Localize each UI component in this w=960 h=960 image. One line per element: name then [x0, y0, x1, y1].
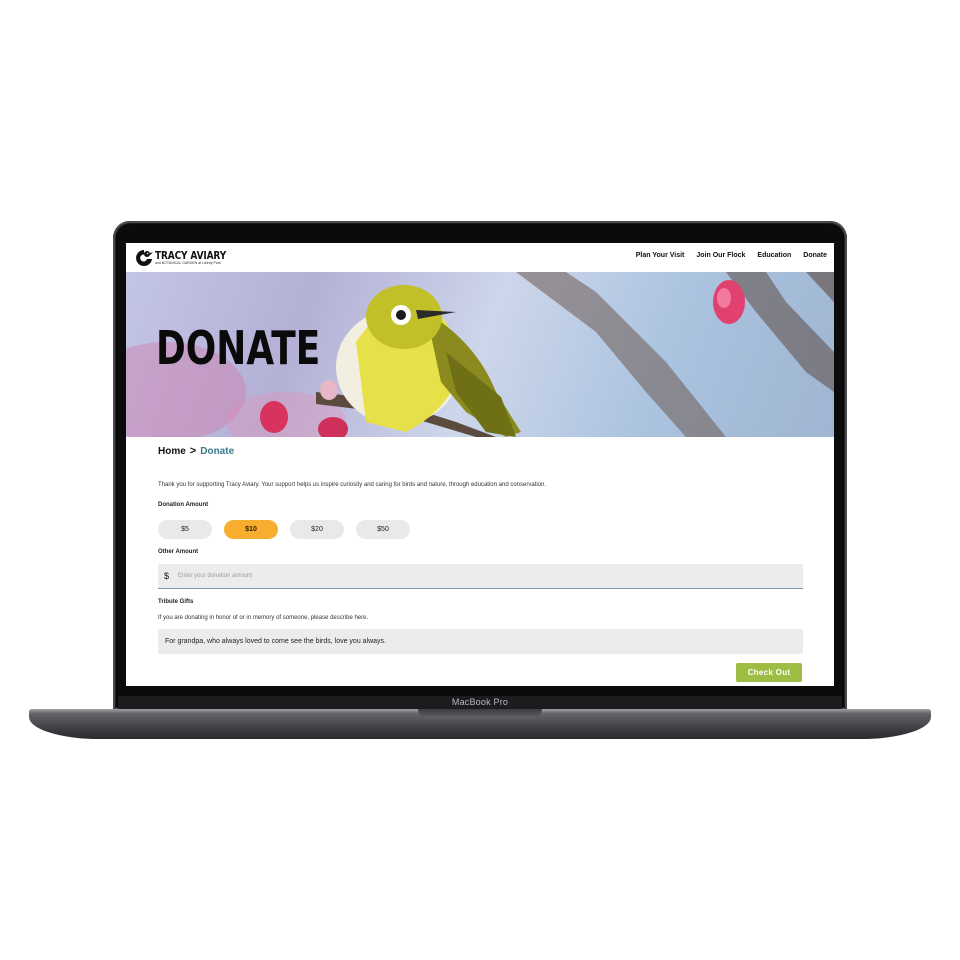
donation-amount-label: Donation Amount: [158, 502, 209, 508]
tribute-value[interactable]: For grandpa, who always loved to come se…: [165, 638, 386, 645]
main-nav: Plan Your Visit Join Our Flock Education…: [636, 252, 827, 259]
amount-options: $5 $10 $20 $50: [158, 520, 410, 539]
tribute-textarea[interactable]: For grandpa, who always loved to come se…: [158, 629, 803, 654]
bird-logo-icon: [136, 250, 153, 266]
chevron-right-icon: >: [189, 445, 197, 457]
breadcrumb: Home > Donate: [158, 445, 234, 457]
checkout-button[interactable]: Check Out: [736, 663, 802, 682]
other-amount-field[interactable]: $ Enter your donation amount: [158, 564, 803, 589]
breadcrumb-current: Donate: [200, 445, 235, 457]
nav-plan-your-visit[interactable]: Plan Your Visit: [636, 252, 685, 259]
browser-screen: TRACY AVIARY and BOTANICAL GARDEN at Lib…: [126, 243, 834, 686]
device-model-label: MacBook Pro: [451, 697, 509, 707]
tribute-hint: If you are donating in honor of or in me…: [158, 615, 369, 621]
amount-option-20[interactable]: $20: [290, 520, 344, 539]
laptop-notch: [418, 709, 542, 718]
logo-subtitle: and BOTANICAL GARDEN at Liberty Park: [155, 261, 221, 265]
dollar-icon: $: [164, 571, 170, 581]
nav-donate[interactable]: Donate: [803, 252, 827, 259]
amount-option-50[interactable]: $50: [356, 520, 410, 539]
tribute-gifts-label: Tribute Gifts: [158, 599, 194, 605]
nav-join-our-flock[interactable]: Join Our Flock: [696, 252, 745, 259]
amount-option-10[interactable]: $10: [224, 520, 278, 539]
breadcrumb-home-link[interactable]: Home: [158, 446, 186, 457]
site-header: TRACY AVIARY and BOTANICAL GARDEN at Lib…: [126, 243, 834, 273]
intro-text: Thank you for supporting Tracy Aviary. Y…: [158, 482, 547, 488]
nav-education[interactable]: Education: [757, 252, 791, 259]
amount-option-5[interactable]: $5: [158, 520, 212, 539]
other-amount-label: Other Amount: [158, 549, 199, 555]
other-amount-placeholder[interactable]: Enter your donation amount: [178, 573, 252, 579]
hero-banner: DONATE: [126, 272, 834, 437]
hero-title: DONATE: [156, 321, 321, 375]
